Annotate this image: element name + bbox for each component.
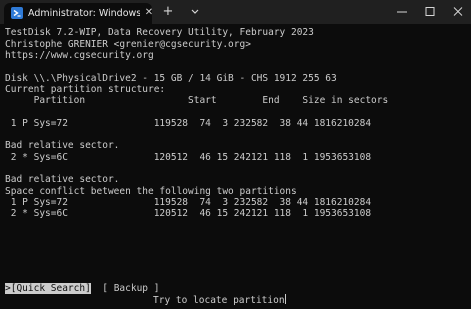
terminal-output[interactable]: TestDisk 7.2-WIP, Data Recovery Utility,… <box>0 24 471 309</box>
bad-sector-message: Bad relative sector. <box>5 140 120 151</box>
header-line: TestDisk 7.2-WIP, Data Recovery Utility,… <box>5 27 314 38</box>
tab-powershell[interactable]: Administrator: Windows PowerShell ✕ <box>4 3 154 24</box>
close-tab-icon[interactable]: ✕ <box>144 7 154 19</box>
close-window-button[interactable] <box>448 4 468 20</box>
chevron-down-icon[interactable] <box>188 4 202 20</box>
table-header: Partition Start End Size in sectors <box>5 95 389 106</box>
powershell-icon <box>11 7 23 19</box>
minimize-button[interactable] <box>392 4 412 20</box>
structure-label: Current partition structure: <box>5 84 166 95</box>
header-line: Christophe GRENIER <grenier@cgsecurity.o… <box>5 39 251 50</box>
partition-row: 2 * Sys=6C 120512 46 15 242121 118 1 195… <box>5 208 372 219</box>
maximize-button[interactable] <box>420 4 440 20</box>
text-cursor <box>284 294 286 304</box>
hint-text: Try to locate partition <box>153 295 285 306</box>
new-tab-button[interactable]: + <box>161 4 175 20</box>
partition-row: 1 P Sys=72 119528 74 3 232582 38 44 1816… <box>5 118 372 129</box>
partition-row: 2 * Sys=6C 120512 46 15 242121 118 1 195… <box>5 152 372 163</box>
tab-title: Administrator: Windows PowerShell <box>28 8 140 19</box>
backup-button[interactable]: [ Backup ] <box>102 283 159 294</box>
conflict-message: Space conflict between the following two… <box>5 186 297 197</box>
menu-bar: >[Quick Search] [ Backup ] <box>5 283 159 294</box>
title-bar: Administrator: Windows PowerShell ✕ + <box>0 0 471 24</box>
header-line: https://www.cgsecurity.org <box>5 50 154 61</box>
disk-line: Disk \\.\PhysicalDrive2 - 15 GB / 14 GiB… <box>5 73 337 84</box>
partition-row: 1 P Sys=72 119528 74 3 232582 38 44 1816… <box>5 197 372 208</box>
bad-sector-message: Bad relative sector. <box>5 174 120 185</box>
hint-line: Try to locate partition <box>153 294 286 306</box>
quick-search-button[interactable]: >[Quick Search] <box>5 283 91 294</box>
